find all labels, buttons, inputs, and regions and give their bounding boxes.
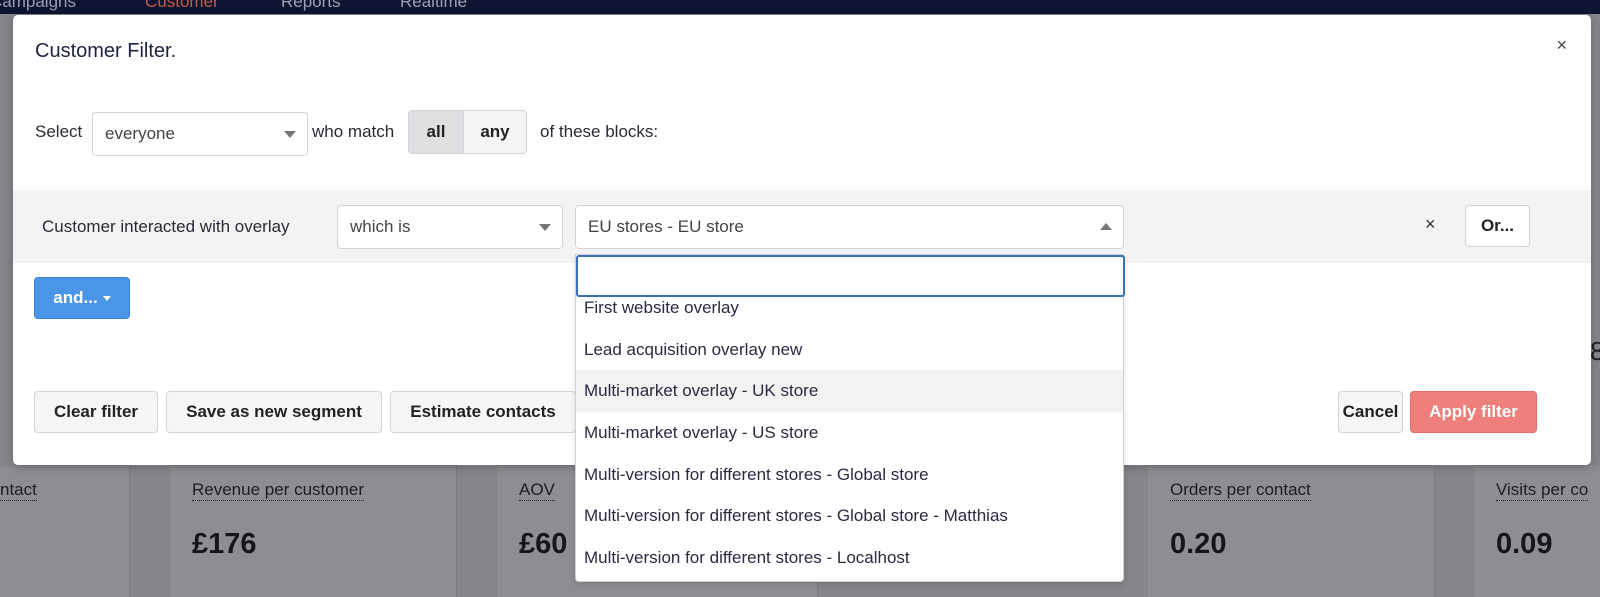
- and-button[interactable]: and...: [34, 277, 130, 319]
- cancel-button[interactable]: Cancel: [1338, 391, 1403, 433]
- stat-card-contact: ntact: [0, 466, 130, 597]
- dropdown-options-list[interactable]: First website overlay Lead acquisition o…: [576, 297, 1123, 581]
- select-label: Select: [35, 122, 83, 141]
- stat-card-orders: Orders per contact 0.20: [1148, 466, 1435, 597]
- stat-label: Visits per co: [1496, 480, 1589, 501]
- dropdown-search-input[interactable]: [576, 255, 1125, 297]
- stat-value: 0.20: [1170, 528, 1227, 560]
- chevron-down-icon: [539, 224, 551, 231]
- or-button[interactable]: Or...: [1465, 205, 1530, 247]
- chevron-down-icon: [284, 131, 296, 138]
- nav-item-customer[interactable]: Customer: [145, 0, 219, 12]
- operator-select[interactable]: which is: [337, 205, 563, 249]
- estimate-contacts-button[interactable]: Estimate contacts: [390, 391, 576, 433]
- and-button-label: and...: [53, 288, 98, 307]
- dropdown-option[interactable]: Multi-version for different stores - Loc…: [576, 537, 1123, 579]
- stat-value: £60: [519, 528, 568, 560]
- chevron-up-icon: [1100, 223, 1112, 230]
- remove-block-icon[interactable]: ×: [1425, 214, 1436, 235]
- stat-card-visits: Visits per co 0.09: [1474, 466, 1600, 597]
- clear-filter-button[interactable]: Clear filter: [34, 391, 158, 433]
- dropdown-option-highlighted[interactable]: Multi-market overlay - UK store: [576, 370, 1123, 413]
- stat-label: Revenue per customer: [192, 480, 364, 501]
- stat-label: AOV: [519, 480, 555, 501]
- overlay-select-value: EU stores - EU store: [588, 217, 744, 236]
- operator-select-value: which is: [350, 217, 411, 236]
- nav-item-campaigns[interactable]: Campaigns: [0, 0, 76, 12]
- nav-item-reports[interactable]: Reports: [281, 0, 341, 12]
- dropdown-option[interactable]: Lead acquisition overlay new: [576, 329, 1123, 371]
- caret-down-icon: [102, 295, 111, 301]
- dropdown-option[interactable]: First website overlay: [576, 297, 1123, 329]
- top-navigation: Campaigns Customer Reports Realtime: [0, 0, 1600, 14]
- apply-filter-button[interactable]: Apply filter: [1410, 391, 1537, 433]
- filter-block: Customer interacted with overlay which i…: [13, 190, 1591, 263]
- modal-title: Customer Filter.: [35, 40, 177, 62]
- stat-value: 0.09: [1496, 528, 1553, 560]
- stat-card-revenue: Revenue per customer £176: [170, 466, 457, 597]
- match-all-button[interactable]: all: [408, 110, 464, 154]
- audience-select-value: everyone: [105, 124, 175, 143]
- close-icon[interactable]: ×: [1556, 35, 1567, 56]
- dropdown-option[interactable]: Multi-market overlay - US store: [576, 412, 1123, 454]
- match-any-button[interactable]: any: [463, 110, 527, 154]
- overlay-dropdown: First website overlay Lead acquisition o…: [575, 254, 1125, 582]
- match-label: who match: [312, 122, 395, 141]
- background-truncated-text: 8: [1590, 336, 1600, 366]
- dropdown-option[interactable]: Multi-version for different stores - Glo…: [576, 495, 1123, 537]
- save-segment-button[interactable]: Save as new segment: [166, 391, 382, 433]
- overlay-select[interactable]: EU stores - EU store: [575, 205, 1124, 249]
- nav-item-realtime[interactable]: Realtime: [400, 0, 467, 12]
- condition-label: Customer interacted with overlay: [42, 217, 290, 236]
- blocks-label: of these blocks:: [540, 122, 659, 141]
- stat-label: Orders per contact: [1170, 480, 1311, 501]
- stat-value: £176: [192, 528, 257, 560]
- audience-select[interactable]: everyone: [92, 112, 308, 156]
- stat-label: ntact: [0, 480, 37, 501]
- dropdown-option[interactable]: Multi-version for different stores - Glo…: [576, 454, 1123, 496]
